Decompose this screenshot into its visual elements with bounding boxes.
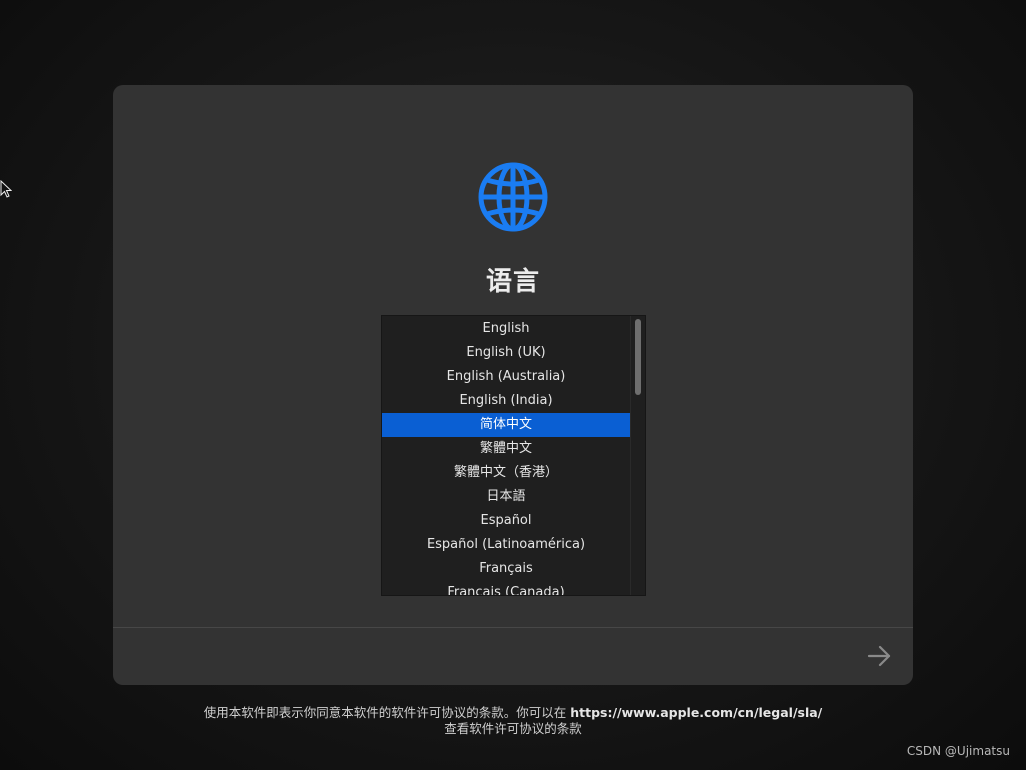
license-link[interactable]: https://www.apple.com/cn/legal/sla/ [570, 705, 822, 720]
language-list-item[interactable]: English (UK) [382, 341, 630, 365]
license-notice-text: 使用本软件即表示你同意本软件的软件许可协议的条款。你可以在 [203, 705, 571, 720]
language-list-item[interactable]: English (India) [382, 389, 630, 413]
license-notice-line1: 使用本软件即表示你同意本软件的软件许可协议的条款。你可以在 https://ww… [0, 705, 1026, 721]
setup-card: 语言 English English (UK) English (Australia… [113, 85, 913, 685]
divider [113, 627, 913, 628]
language-list[interactable]: English English (UK) English (Australia) En… [381, 315, 646, 596]
language-list-item[interactable]: 繁體中文 [382, 437, 630, 461]
mouse-pointer-icon [0, 180, 12, 198]
language-list-item[interactable]: 繁體中文（香港） [382, 461, 630, 485]
watermark: CSDN @Ujimatsu [906, 744, 1010, 758]
arrow-right-icon [867, 645, 891, 667]
page-title: 语言 [485, 267, 540, 297]
language-list-item[interactable]: English (Australia) [382, 365, 630, 389]
language-list-item[interactable]: 日本語 [382, 485, 630, 509]
language-list-item[interactable]: English [382, 317, 630, 341]
license-notice: 使用本软件即表示你同意本软件的软件许可协议的条款。你可以在 https://ww… [0, 705, 1026, 737]
language-list-scrollbar[interactable] [630, 316, 645, 595]
scrollbar-thumb[interactable] [635, 319, 641, 395]
language-list-item[interactable]: Français [382, 557, 630, 581]
language-list-items: English English (UK) English (Australia) En… [382, 317, 630, 595]
globe-icon [478, 162, 548, 232]
continue-button[interactable] [861, 640, 897, 672]
language-list-item[interactable]: Français (Canada) [382, 581, 630, 595]
language-list-item[interactable]: Español [382, 509, 630, 533]
language-list-item[interactable]: Español (Latinoamérica) [382, 533, 630, 557]
screen: 语言 English English (UK) English (Australia… [0, 0, 1026, 770]
language-list-item[interactable]: 简体中文 [382, 413, 630, 437]
license-notice-line2: 查看软件许可协议的条款 [444, 721, 582, 736]
